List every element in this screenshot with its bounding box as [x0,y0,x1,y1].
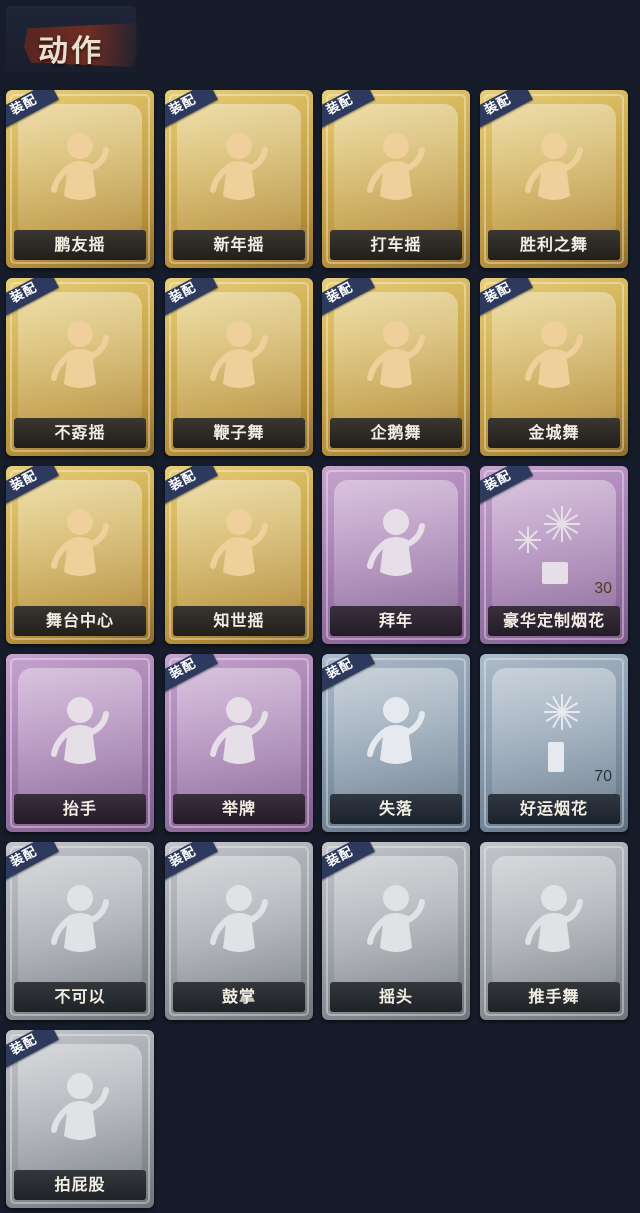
card-label: 舞台中心 [45,613,114,630]
equipped-badge: 装配 [6,842,59,883]
emote-grid: 鹏友摇 装配 新年摇 装配 打车摇 装配 胜利之舞 装配 不孬摇 装配 鞭子舞 装配 企鹅舞 装配 金城舞装… [0,0,640,1213]
emote-card[interactable]: 鞭子舞 装配 [165,278,313,456]
equipped-badge: 装配 [322,842,375,883]
equipped-badge: 装配 [6,90,59,131]
card-label: 不可以 [54,989,106,1006]
emote-card[interactable]: 拜年 [322,466,470,644]
card-label: 失落 [378,801,413,818]
emote-card[interactable]: 舞台中心 装配 [6,466,154,644]
equipped-badge: 装配 [165,842,218,883]
equipped-badge: 装配 [480,278,533,319]
equipped-badge: 装配 [6,1030,59,1071]
card-label: 胜利之舞 [519,237,588,254]
item-count: 70 [594,768,612,785]
equipped-badge: 装配 [6,466,59,507]
card-label: 鼓掌 [221,989,256,1006]
emote-card[interactable]: 推手舞 [480,842,628,1020]
card-label: 企鹅舞 [370,425,422,442]
emote-card[interactable]: 不孬摇 装配 [6,278,154,456]
equipped-badge: 装配 [165,654,218,695]
card-label: 新年摇 [213,237,265,254]
emote-card[interactable]: 鼓掌 装配 [165,842,313,1020]
equipped-badge: 装配 [165,278,218,319]
equipped-badge: 装配 [480,466,533,507]
emote-card[interactable]: 摇头 装配 [322,842,470,1020]
equipped-badge: 装配 [165,466,218,507]
card-label: 抬手 [62,801,97,818]
equipped-badge: 装配 [6,278,59,319]
equipped-badge: 装配 [480,90,533,131]
emote-card[interactable]: 好运烟花 70 [480,654,628,832]
card-label: 推手舞 [528,989,580,1006]
emote-card[interactable]: 举牌 装配 [165,654,313,832]
card-label: 不孬摇 [54,425,106,442]
card-label: 鞭子舞 [213,425,265,442]
card-label: 知世摇 [213,613,265,630]
card-label: 举牌 [221,801,256,818]
emote-card[interactable]: 知世摇 装配 [165,466,313,644]
card-label: 打车摇 [370,237,422,254]
card-label: 拜年 [378,613,413,630]
emote-card[interactable]: 鹏友摇 装配 [6,90,154,268]
card-label: 拍屁股 [54,1177,106,1194]
emote-card[interactable]: 豪华定制烟花 30 装配 [480,466,628,644]
equipped-badge: 装配 [322,90,375,131]
equipped-badge: 装配 [322,278,375,319]
emote-card[interactable]: 新年摇 装配 [165,90,313,268]
emote-card[interactable]: 金城舞 装配 [480,278,628,456]
emote-card[interactable]: 拍屁股 装配 [6,1030,154,1208]
card-label: 鹏友摇 [54,237,106,254]
emote-card[interactable]: 失落 装配 [322,654,470,832]
card-label: 豪华定制烟花 [502,613,605,630]
emote-card[interactable]: 企鹅舞 装配 [322,278,470,456]
emote-card[interactable]: 打车摇 装配 [322,90,470,268]
equipped-badge: 装配 [322,654,375,695]
item-count: 30 [594,580,612,597]
card-label: 金城舞 [528,425,580,442]
equipped-badge: 装配 [165,90,218,131]
card-label: 好运烟花 [519,801,588,818]
card-label: 摇头 [378,989,413,1006]
emote-card[interactable]: 胜利之舞 装配 [480,90,628,268]
emote-card[interactable]: 抬手 [6,654,154,832]
emote-card[interactable]: 不可以 装配 [6,842,154,1020]
